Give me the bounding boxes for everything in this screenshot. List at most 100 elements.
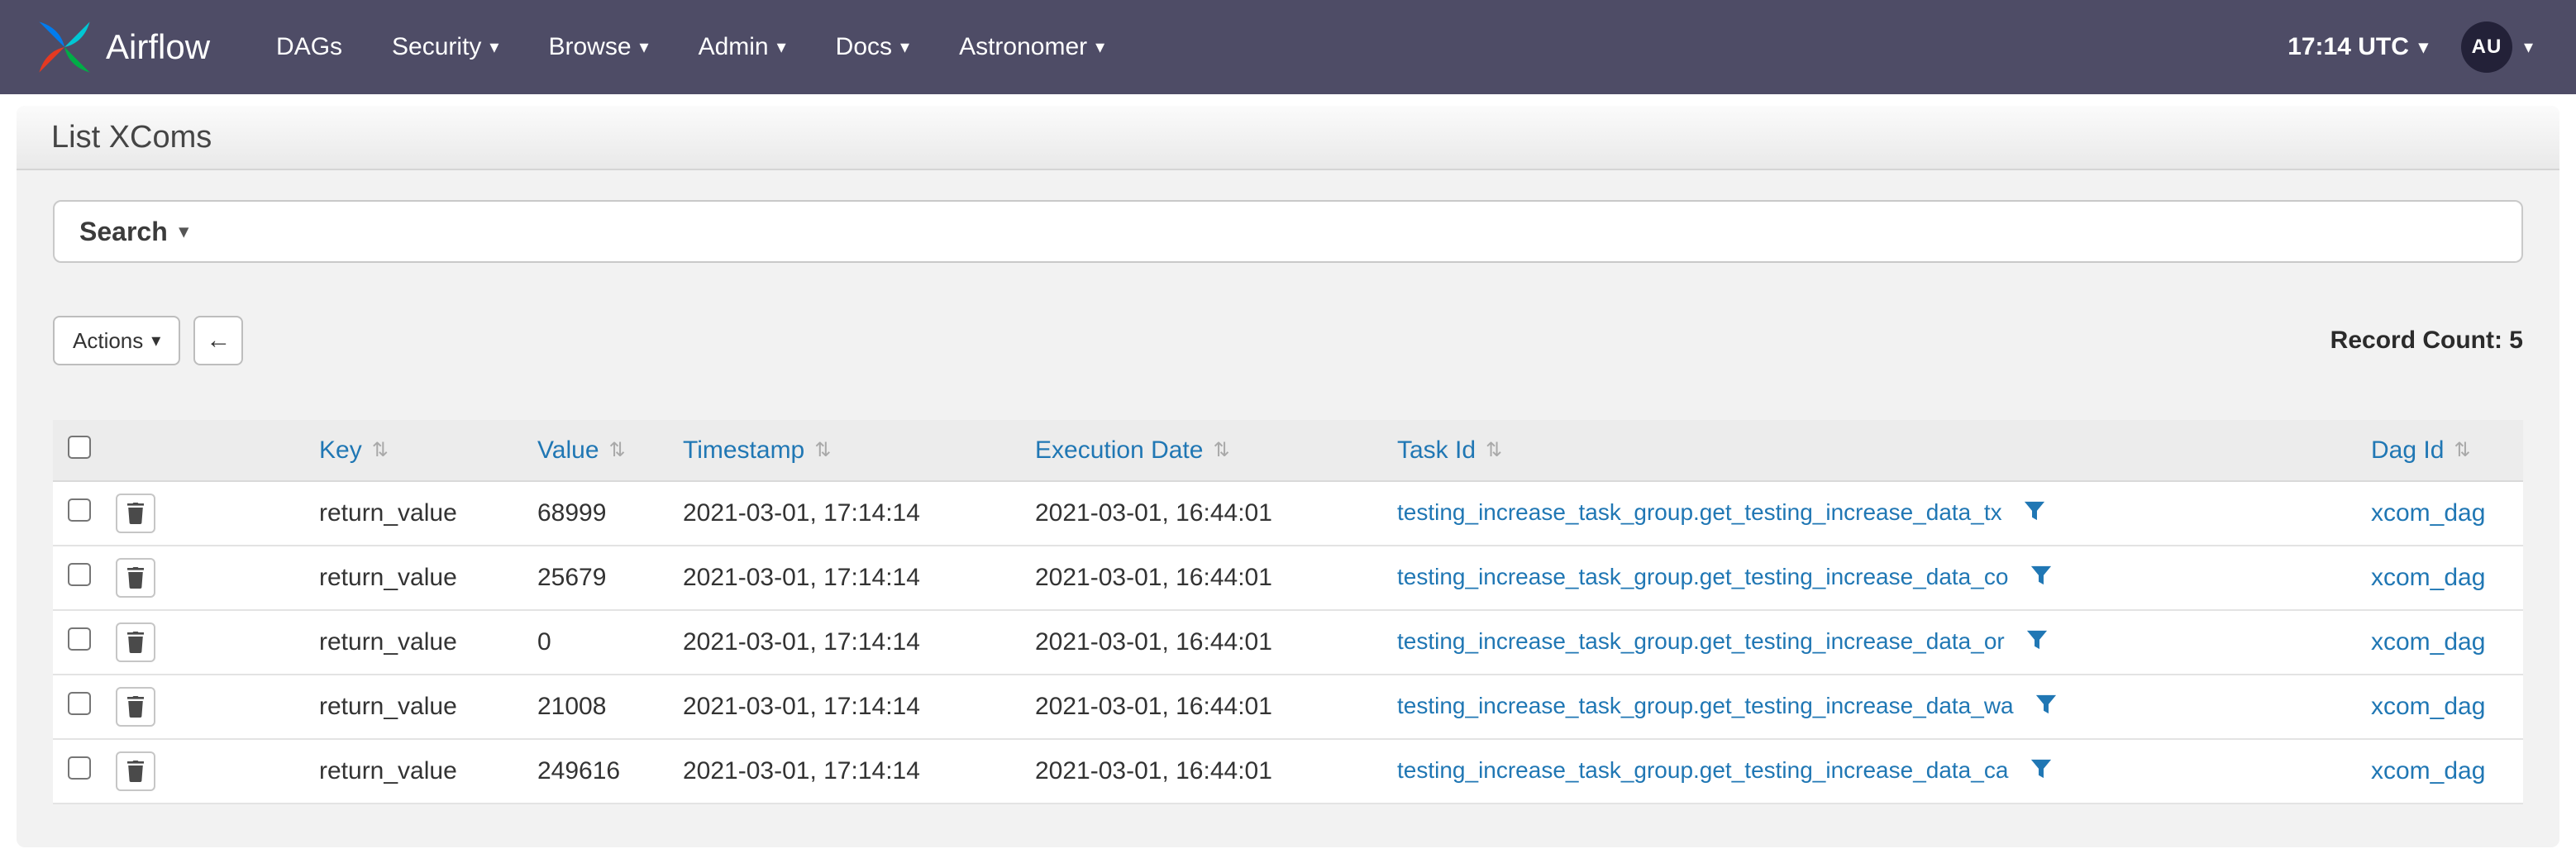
sort-timestamp-header[interactable]: Timestamp⇅ (683, 436, 831, 465)
airflow-logo-icon (36, 19, 93, 75)
filter-icon[interactable] (2024, 500, 2045, 528)
sort-dag-id-header[interactable]: Dag Id⇅ (2371, 436, 2471, 465)
row-checkbox[interactable] (68, 563, 91, 586)
cell-execution-date: 2021-03-01, 16:44:01 (1022, 675, 1384, 739)
caret-down-icon: ▾ (640, 38, 649, 56)
delete-row-button[interactable] (116, 558, 155, 598)
actions-button[interactable]: Actions ▾ (53, 316, 180, 365)
cell-value: 0 (524, 610, 670, 675)
caret-down-icon: ▾ (1095, 38, 1104, 56)
table-row: return_value 21008 2021-03-01, 17:14:14 … (53, 675, 2523, 739)
filter-icon[interactable] (2026, 629, 2048, 657)
dag-id-link[interactable]: xcom_dag (2371, 499, 2485, 527)
search-label: Search (79, 217, 168, 247)
back-button[interactable]: ← (193, 316, 243, 365)
actions-column-header (112, 420, 306, 481)
caret-down-icon: ▾ (489, 38, 499, 56)
cell-execution-date: 2021-03-01, 16:44:01 (1022, 610, 1384, 675)
filter-icon[interactable] (2030, 758, 2052, 786)
sort-value-header[interactable]: Value⇅ (537, 436, 626, 465)
delete-row-button[interactable] (116, 494, 155, 533)
table-row: return_value 249616 2021-03-01, 17:14:14… (53, 739, 2523, 804)
sort-execution-date-header[interactable]: Execution Date⇅ (1035, 436, 1230, 465)
select-all-checkbox[interactable] (68, 436, 91, 459)
nav-item-admin[interactable]: Admin ▾ (699, 33, 786, 61)
nav-item-browse[interactable]: Browse ▾ (548, 33, 648, 61)
user-menu[interactable]: AU ▾ (2461, 21, 2533, 73)
cell-execution-date: 2021-03-01, 16:44:01 (1022, 546, 1384, 610)
sort-key-header[interactable]: Key⇅ (319, 436, 389, 465)
row-checkbox[interactable] (68, 756, 91, 780)
table-row: return_value 25679 2021-03-01, 17:14:14 … (53, 546, 2523, 610)
task-id-link[interactable]: testing_increase_task_group.get_testing_… (1397, 564, 2008, 589)
nav-item-security[interactable]: Security ▾ (392, 33, 499, 61)
avatar: AU (2461, 21, 2512, 73)
cell-timestamp: 2021-03-01, 17:14:14 (670, 675, 1022, 739)
sort-icon: ⇅ (372, 438, 389, 462)
table-header-row: Key⇅ Value⇅ Timestamp⇅ Execution Date⇅ T… (53, 420, 2523, 481)
navbar: Airflow DAGs Security ▾ Browse ▾ Admin ▾… (0, 0, 2576, 94)
cell-key: return_value (306, 610, 524, 675)
sort-icon: ⇅ (814, 438, 831, 462)
timezone-dropdown[interactable]: 17:14 UTC ▾ (2287, 33, 2428, 61)
row-checkbox[interactable] (68, 498, 91, 522)
page-header: List XComs (17, 106, 2559, 170)
nav-item-docs[interactable]: Docs ▾ (836, 33, 909, 61)
row-checkbox[interactable] (68, 692, 91, 715)
cell-execution-date: 2021-03-01, 16:44:01 (1022, 481, 1384, 546)
cell-key: return_value (306, 546, 524, 610)
caret-down-icon: ▾ (900, 38, 909, 56)
dag-id-link[interactable]: xcom_dag (2371, 564, 2485, 591)
delete-row-button[interactable] (116, 687, 155, 727)
cell-value: 25679 (524, 546, 670, 610)
cell-key: return_value (306, 675, 524, 739)
sort-task-id-header[interactable]: Task Id⇅ (1397, 436, 1502, 465)
toolbar: Actions ▾ ← Record Count: 5 (53, 316, 2523, 365)
task-id-link[interactable]: testing_increase_task_group.get_testing_… (1397, 757, 2008, 783)
cell-value: 249616 (524, 739, 670, 804)
navbar-right: 17:14 UTC ▾ AU ▾ (2287, 21, 2533, 73)
search-toggle[interactable]: Search ▾ (53, 200, 2523, 263)
task-id-link[interactable]: testing_increase_task_group.get_testing_… (1397, 693, 2014, 718)
xcom-table-wrap: Key⇅ Value⇅ Timestamp⇅ Execution Date⇅ T… (53, 420, 2523, 804)
dag-id-link[interactable]: xcom_dag (2371, 757, 2485, 785)
nav-item-astronomer[interactable]: Astronomer ▾ (959, 33, 1104, 61)
back-arrow-icon: ← (206, 327, 231, 355)
cell-timestamp: 2021-03-01, 17:14:14 (670, 739, 1022, 804)
task-id-link[interactable]: testing_increase_task_group.get_testing_… (1397, 628, 2005, 654)
trash-icon (126, 696, 145, 718)
cell-execution-date: 2021-03-01, 16:44:01 (1022, 739, 1384, 804)
delete-row-button[interactable] (116, 751, 155, 791)
filter-icon[interactable] (2030, 565, 2052, 593)
caret-down-icon: ▾ (2524, 38, 2533, 56)
dag-id-link[interactable]: xcom_dag (2371, 693, 2485, 720)
sort-icon: ⇅ (609, 438, 626, 462)
trash-icon (126, 761, 145, 782)
nav-item-dags[interactable]: DAGs (276, 33, 342, 61)
table-row: return_value 68999 2021-03-01, 17:14:14 … (53, 481, 2523, 546)
cell-value: 68999 (524, 481, 670, 546)
filter-icon[interactable] (2035, 694, 2057, 722)
trash-icon (126, 503, 145, 524)
clock-label: 17:14 UTC (2287, 33, 2409, 61)
caret-down-icon: ▾ (777, 38, 786, 56)
sort-icon: ⇅ (1486, 438, 1502, 462)
record-count: Record Count: 5 (2330, 327, 2523, 355)
brand-label: Airflow (106, 27, 210, 67)
caret-down-icon: ▾ (179, 222, 188, 241)
cell-value: 21008 (524, 675, 670, 739)
xcom-table: Key⇅ Value⇅ Timestamp⇅ Execution Date⇅ T… (53, 420, 2523, 804)
main-nav: DAGs Security ▾ Browse ▾ Admin ▾ Docs ▾ … (276, 33, 1104, 61)
task-id-link[interactable]: testing_increase_task_group.get_testing_… (1397, 499, 2002, 525)
row-checkbox[interactable] (68, 627, 91, 651)
trash-icon (126, 567, 145, 589)
page-title: List XComs (51, 120, 212, 155)
cell-timestamp: 2021-03-01, 17:14:14 (670, 546, 1022, 610)
content-panel: List XComs Search ▾ Actions ▾ ← Record C… (17, 106, 2559, 847)
dag-id-link[interactable]: xcom_dag (2371, 628, 2485, 656)
brand-home-link[interactable]: Airflow (36, 19, 210, 75)
caret-down-icon: ▾ (151, 331, 160, 350)
delete-row-button[interactable] (116, 622, 155, 662)
table-row: return_value 0 2021-03-01, 17:14:14 2021… (53, 610, 2523, 675)
cell-timestamp: 2021-03-01, 17:14:14 (670, 481, 1022, 546)
